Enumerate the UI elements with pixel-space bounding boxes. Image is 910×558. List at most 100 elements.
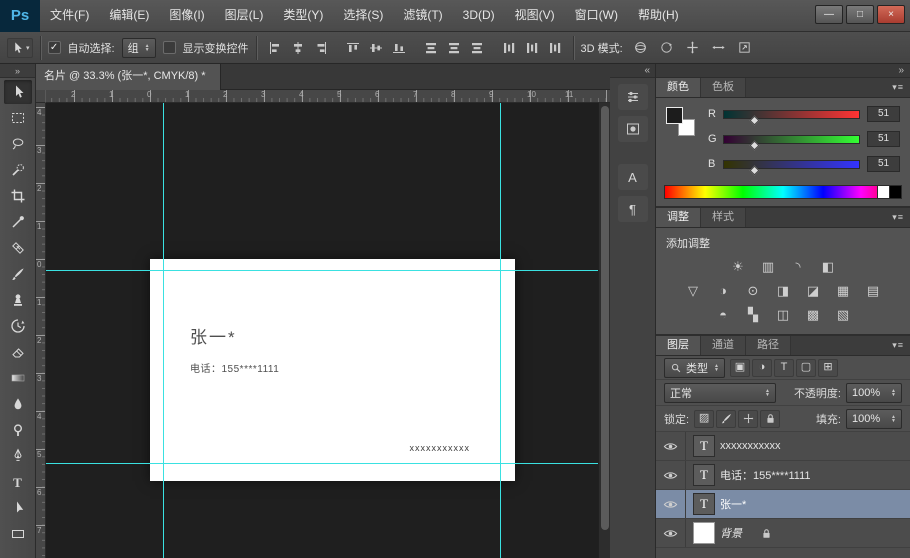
3d-rotate-button[interactable] — [630, 38, 652, 58]
B-channel-slider[interactable] — [723, 160, 860, 169]
panel-menu-icon[interactable]: ▾≡ — [892, 212, 904, 223]
blend-mode-dropdown[interactable]: 正常▲▼ — [664, 383, 776, 403]
tool-brush[interactable] — [4, 262, 32, 286]
spectrum-white-swatch[interactable] — [877, 186, 889, 198]
dist-center-button[interactable] — [521, 38, 543, 58]
layer-name[interactable]: xxxxxxxxxxx — [720, 440, 781, 452]
tab-color_panel-1[interactable]: 色板 — [701, 78, 746, 97]
tab-color_panel-0[interactable]: 颜色 — [656, 78, 701, 97]
type-filter-button[interactable]: T — [774, 359, 794, 377]
align-top-button[interactable] — [342, 38, 364, 58]
vibrance-adjustment-icon[interactable]: ▽ — [682, 282, 704, 299]
menu-item-1[interactable]: 编辑(E) — [99, 0, 159, 31]
tool-move[interactable] — [4, 80, 32, 104]
tool-eyedropper[interactable] — [4, 210, 32, 234]
3d-pan-button[interactable] — [682, 38, 704, 58]
layer-thumbnail[interactable]: T — [693, 435, 715, 457]
menu-item-0[interactable]: 文件(F) — [40, 0, 99, 31]
selective-color-adjustment-icon[interactable]: ▧ — [832, 306, 854, 323]
pixel-filter-button[interactable]: ▣ — [730, 359, 750, 377]
guide-horizontal-top[interactable] — [46, 270, 598, 271]
guide-vertical-left[interactable] — [163, 103, 164, 558]
dist-bottom-button[interactable] — [466, 38, 488, 58]
panel-menu-icon[interactable]: ▾≡ — [892, 82, 904, 93]
layer-row-3[interactable]: 背景 — [656, 519, 910, 548]
dock-expand-icon[interactable]: « — [610, 64, 655, 78]
foreground-color-swatch[interactable] — [666, 107, 683, 124]
layer-row-2[interactable]: T张一* — [656, 490, 910, 519]
layer-name[interactable]: 背景 — [720, 525, 742, 541]
paragraph-panel-icon[interactable]: ¶ — [618, 196, 648, 222]
tool-eraser[interactable] — [4, 340, 32, 364]
B-channel-value[interactable]: 51 — [867, 156, 900, 172]
fill-dropdown[interactable]: 100%▲▼ — [846, 409, 902, 429]
smart-filter-button[interactable]: ⊞ — [818, 359, 838, 377]
curves-adjustment-icon[interactable]: ◝ — [787, 258, 809, 275]
tool-pen[interactable] — [4, 444, 32, 468]
posterize-adjustment-icon[interactable]: ▚ — [742, 306, 764, 323]
tool-path-select[interactable] — [4, 496, 32, 520]
tool-crop[interactable] — [4, 184, 32, 208]
slider-thumb[interactable] — [750, 116, 760, 126]
lock-position-button[interactable] — [738, 410, 758, 428]
horizontal-ruler[interactable]: 2101234567891011 — [46, 90, 610, 103]
menu-item-2[interactable]: 图像(I) — [159, 0, 214, 31]
menu-item-6[interactable]: 滤镜(T) — [393, 0, 452, 31]
show-transform-checkbox[interactable] — [163, 41, 176, 54]
layer-filter-dropdown[interactable]: 类型▲▼ — [664, 358, 725, 378]
tool-dodge[interactable] — [4, 418, 32, 442]
tab-layers_panel-0[interactable]: 图层 — [656, 336, 701, 355]
layer-visibility-toggle[interactable] — [656, 490, 686, 518]
tool-clone-stamp[interactable] — [4, 288, 32, 312]
shape-filter-button[interactable]: ▢ — [796, 359, 816, 377]
3d-scale-button[interactable] — [734, 38, 756, 58]
invert-adjustment-icon[interactable]: ◓ — [712, 306, 734, 323]
masks-panel-icon[interactable] — [618, 116, 648, 142]
guide-vertical-right[interactable] — [500, 103, 501, 558]
dist-right-button[interactable] — [544, 38, 566, 58]
tool-rect-marquee[interactable] — [4, 106, 32, 130]
exposure-adjustment-icon[interactable]: ◧ — [817, 258, 839, 275]
menu-item-5[interactable]: 选择(S) — [333, 0, 393, 31]
layer-row-0[interactable]: Txxxxxxxxxxx — [656, 432, 910, 461]
align-bottom-button[interactable] — [388, 38, 410, 58]
character-panel-icon[interactable]: A — [618, 164, 648, 190]
hue-saturation-adjustment-icon[interactable]: ◑ — [712, 282, 734, 299]
menu-item-3[interactable]: 图层(L) — [215, 0, 274, 31]
lock-transparency-button[interactable]: ▨ — [694, 410, 714, 428]
tool-blur[interactable] — [4, 392, 32, 416]
align-right-button[interactable] — [310, 38, 332, 58]
scrollbar-thumb[interactable] — [601, 106, 609, 530]
R-channel-value[interactable]: 51 — [867, 106, 900, 122]
tab-layers_panel-1[interactable]: 通道 — [701, 336, 746, 355]
toolbar-collapse-icon[interactable]: » — [0, 64, 35, 78]
photo-filter-adjustment-icon[interactable]: ◪ — [802, 282, 824, 299]
color-lookup-adjustment-icon[interactable]: ▤ — [862, 282, 884, 299]
layer-name[interactable]: 张一* — [720, 496, 746, 512]
tool-preset-button[interactable]: ▾ — [7, 38, 33, 58]
document-tab[interactable]: 名片 @ 33.3% (张一*, CMYK/8) * — [36, 64, 221, 90]
dist-middle-button[interactable] — [443, 38, 465, 58]
canvas-viewport[interactable]: 张一* 电话：155****1111 xxxxxxxxxxx — [46, 103, 598, 558]
tool-type[interactable]: T — [4, 470, 32, 494]
tool-lasso[interactable] — [4, 132, 32, 156]
vertical-scrollbar[interactable] — [598, 103, 610, 558]
layer-row-1[interactable]: T电话：155****1111 — [656, 461, 910, 490]
tool-gradient[interactable] — [4, 366, 32, 390]
panel-collapse-icon[interactable]: » — [656, 64, 910, 78]
adjustment-filter-button[interactable]: ◑ — [752, 359, 772, 377]
color-balance-adjustment-icon[interactable]: ⊙ — [742, 282, 764, 299]
slider-thumb[interactable] — [750, 166, 760, 176]
color-spectrum-bar[interactable] — [664, 185, 902, 199]
layer-visibility-toggle[interactable] — [656, 432, 686, 460]
align-middle-button[interactable] — [365, 38, 387, 58]
auto-select-target-dropdown[interactable]: 组▲▼ — [122, 38, 156, 58]
spectrum-black-swatch[interactable] — [889, 186, 901, 198]
business-card-canvas[interactable]: 张一* 电话：155****1111 xxxxxxxxxxx — [150, 259, 515, 481]
ruler-corner[interactable] — [36, 90, 46, 103]
G-channel-slider[interactable] — [723, 135, 860, 144]
auto-select-checkbox[interactable]: ✓ — [48, 41, 61, 54]
black-white-adjustment-icon[interactable]: ◨ — [772, 282, 794, 299]
minimize-button[interactable]: — — [815, 5, 843, 24]
dist-left-button[interactable] — [498, 38, 520, 58]
